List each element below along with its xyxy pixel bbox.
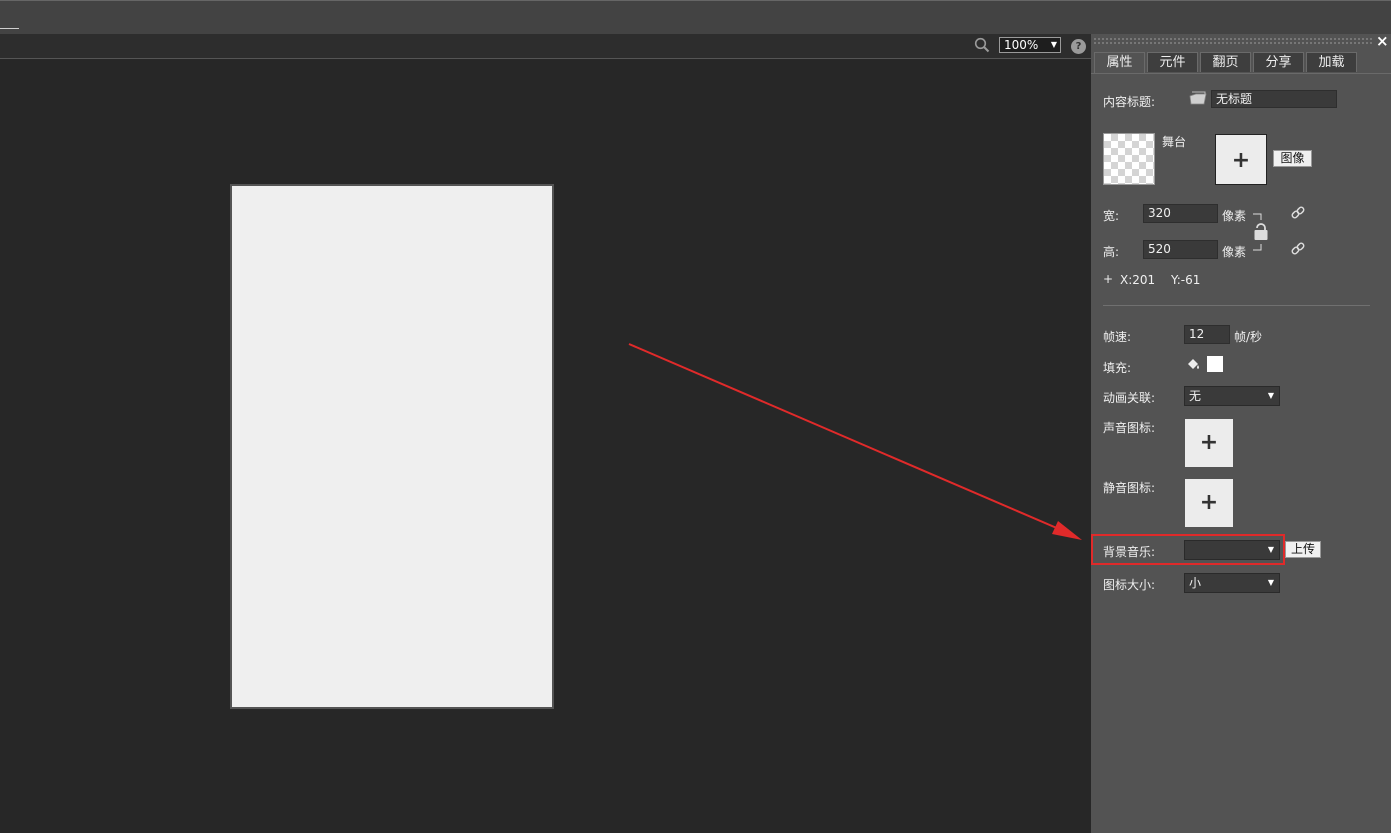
width-link-icon[interactable] <box>1290 205 1306 221</box>
anim-link-select[interactable]: 无 ▼ <box>1184 386 1280 406</box>
mute-icon-add-button[interactable]: + <box>1185 479 1233 527</box>
frame-rate-unit: 帧/秒 <box>1234 330 1263 344</box>
mute-icon-label: 静音图标: <box>1103 481 1156 495</box>
coord-y: Y:-61 <box>1171 273 1201 287</box>
frame-rate-input[interactable]: 12 <box>1184 325 1230 344</box>
height-unit: 像素 <box>1222 245 1247 259</box>
content-title-input[interactable]: 无标题 <box>1211 90 1337 108</box>
icon-size-label: 图标大小: <box>1103 578 1156 592</box>
width-input[interactable]: 320 <box>1143 204 1218 223</box>
stage-label: 舞台 <box>1162 135 1187 149</box>
height-link-icon[interactable] <box>1290 241 1306 257</box>
tab-components[interactable]: 元件 <box>1147 52 1198 72</box>
fill-label: 填充: <box>1103 361 1132 375</box>
chevron-down-icon: ▼ <box>1267 391 1274 400</box>
folder-icon[interactable] <box>1189 91 1207 107</box>
frame-rate-label: 帧速: <box>1103 330 1132 344</box>
stage-canvas[interactable] <box>230 184 554 709</box>
bg-music-select[interactable]: ▼ <box>1184 540 1280 560</box>
stage-image-add-button[interactable]: + <box>1215 134 1267 185</box>
upload-button[interactable]: 上传 <box>1285 541 1321 558</box>
properties-panel: × 属性 元件 翻页 分享 加载 内容标题: 无标题 舞台 + 图像 宽: 32… <box>1091 32 1391 833</box>
anim-link-value: 无 <box>1189 389 1202 403</box>
chevron-down-icon: ▼ <box>1050 40 1057 49</box>
close-icon[interactable]: × <box>1376 32 1389 50</box>
anim-link-label: 动画关联: <box>1103 391 1156 405</box>
tab-page-flip[interactable]: 翻页 <box>1200 52 1251 72</box>
bg-music-label: 背景音乐: <box>1103 545 1156 559</box>
menu-underline <box>0 28 19 29</box>
zoom-select[interactable]: 100% ▼ <box>999 37 1061 53</box>
top-menu-bar <box>0 0 1391 34</box>
crosshair-icon: + <box>1103 272 1114 286</box>
zoom-toolbar: 100% ▼ ? <box>0 34 1091 59</box>
search-icon[interactable] <box>974 37 990 53</box>
tab-properties[interactable]: 属性 <box>1094 52 1145 73</box>
chevron-down-icon: ▼ <box>1267 545 1274 554</box>
image-button[interactable]: 图像 <box>1273 150 1312 167</box>
content-title-label: 内容标题: <box>1103 95 1156 109</box>
height-label: 高: <box>1103 245 1120 259</box>
tab-loading[interactable]: 加载 <box>1306 52 1357 72</box>
panel-tabs: 属性 元件 翻页 分享 加载 <box>1091 52 1391 74</box>
width-label: 宽: <box>1103 209 1120 223</box>
coord-x: X:201 <box>1120 273 1156 287</box>
chevron-down-icon: ▼ <box>1267 578 1274 587</box>
aspect-lock-icon[interactable] <box>1251 212 1273 252</box>
height-input[interactable]: 520 <box>1143 240 1218 259</box>
sound-icon-add-button[interactable]: + <box>1185 419 1233 467</box>
paint-bucket-icon[interactable] <box>1185 356 1201 372</box>
icon-size-value: 小 <box>1189 576 1202 590</box>
width-unit: 像素 <box>1222 209 1247 223</box>
stage-background-preview[interactable] <box>1103 133 1155 185</box>
sound-icon-label: 声音图标: <box>1103 421 1156 435</box>
zoom-value: 100% <box>1004 38 1039 52</box>
panel-drag-handle[interactable] <box>1093 37 1373 45</box>
fill-color-swatch[interactable] <box>1207 356 1223 372</box>
help-icon[interactable]: ? <box>1071 39 1086 54</box>
tab-share[interactable]: 分享 <box>1253 52 1304 72</box>
icon-size-select[interactable]: 小 ▼ <box>1184 573 1280 593</box>
divider <box>1103 305 1370 306</box>
